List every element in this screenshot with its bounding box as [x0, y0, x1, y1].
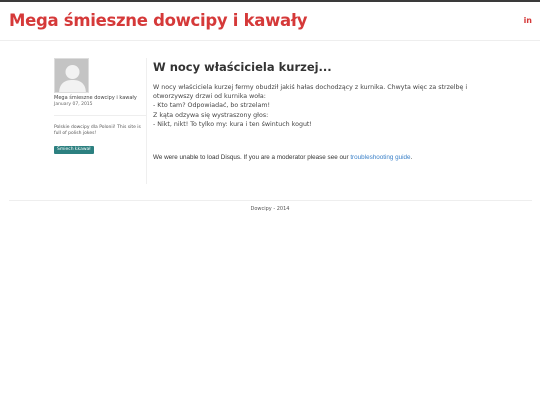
post-body-line: - Kto tam? Odpowiadać, bo strzelam!: [153, 102, 271, 110]
linkedin-icon[interactable]: in: [524, 16, 532, 25]
post-date: January 07, 2015: [54, 102, 93, 107]
disqus-message: We were unable to load Disqus. If you ar…: [153, 154, 351, 161]
site-header: Mega śmieszne dowcipy i kawały in: [0, 2, 540, 41]
disqus-suffix: .: [410, 154, 413, 161]
post-body: W nocy właściciela kurzej fermy obudził …: [153, 83, 483, 129]
post-body-line: - Nikt, nikt! To tylko my: kura i ten św…: [153, 120, 312, 128]
footer-text: Dowcipy - 2014: [250, 206, 290, 212]
post-body-line: W nocy właściciela kurzej fermy obudził …: [153, 84, 468, 91]
footer-divider: [9, 200, 532, 201]
sidebar-divider: [54, 115, 146, 116]
post-body-line: otworzywszy drzwi od kurnika woła:: [153, 93, 266, 101]
author-sidebar: Mega śmieszne dowcipy i kawały January 0…: [54, 58, 147, 184]
disqus-notice: We were unable to load Disqus. If you ar…: [153, 154, 412, 161]
troubleshooting-guide-link[interactable]: troubleshooting guide: [350, 154, 410, 161]
sidebar-button[interactable]: Śmiech Łkawał: [54, 146, 94, 154]
site-title-link[interactable]: Mega śmieszne dowcipy i kawały: [9, 11, 307, 30]
author-name: Mega śmieszne dowcipy i kawały: [54, 95, 137, 101]
default-avatar-icon: [54, 58, 89, 93]
post-title: W nocy właściciela kurzej...: [153, 60, 332, 74]
post-body-line: Z kąta odzywa się wystraszony głos:: [153, 111, 269, 119]
site-description: Polskie dowcipy dla Polonii! This site i…: [54, 125, 141, 136]
